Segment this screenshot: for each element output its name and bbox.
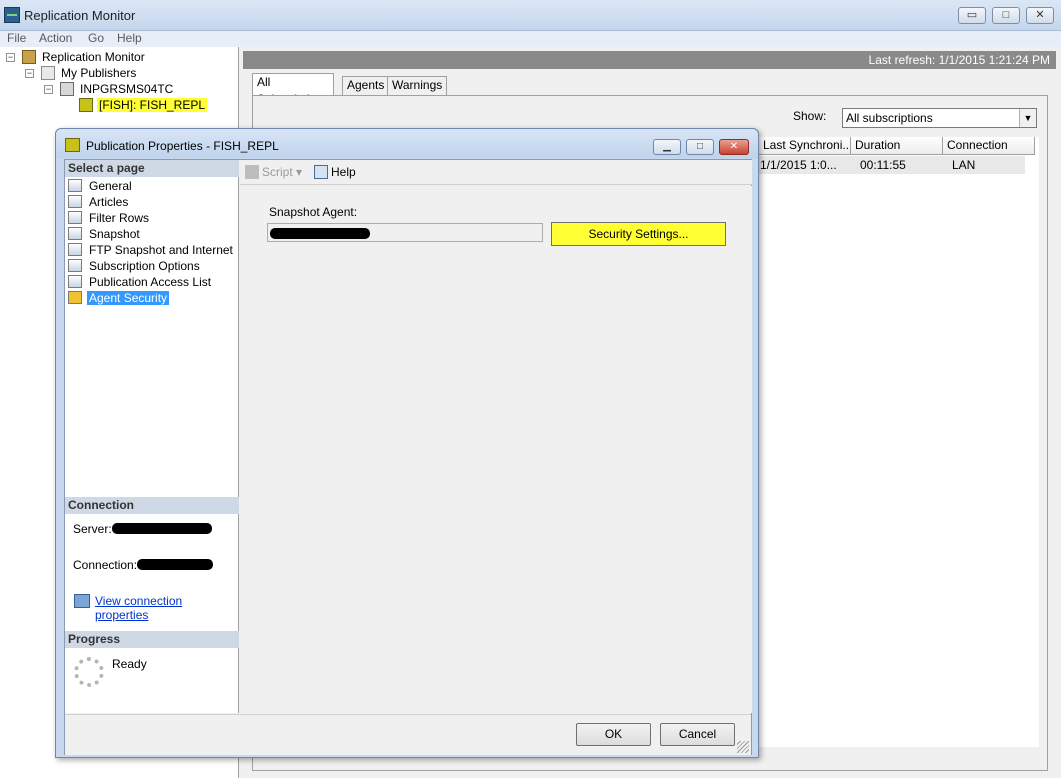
dialog-footer: OK Cancel — [65, 714, 751, 755]
snapshot-agent-label: Snapshot Agent: — [269, 205, 358, 219]
dialog-maximize-button[interactable]: □ — [686, 139, 714, 155]
cell-duration: 00:11:55 — [860, 158, 906, 172]
dialog-toolbar: Script ▾ Help — [240, 160, 752, 185]
redacted-server — [111, 523, 212, 534]
progress-header: Progress — [65, 631, 239, 648]
last-refresh-bar: Last refresh: 1/1/2015 1:21:24 PM — [243, 51, 1056, 69]
publication-properties-dialog: Publication Properties - FISH_REPL ▁ □ ✕… — [55, 128, 759, 758]
page-subscription-options[interactable]: Subscription Options — [68, 258, 202, 274]
connection-header: Connection — [65, 497, 239, 514]
dialog-body: Select a page General Articles Filter Ro… — [64, 159, 752, 755]
page-articles[interactable]: Articles — [68, 194, 130, 210]
column-duration[interactable]: Duration — [851, 137, 943, 155]
collapse-icon[interactable]: − — [44, 85, 53, 94]
connection-line: Connection: — [73, 558, 214, 572]
publication-icon — [79, 98, 93, 112]
tree-publication[interactable]: [FISH]: FISH_REPL — [97, 98, 208, 112]
progress-spinner-icon — [74, 657, 104, 687]
redacted-connection — [137, 559, 214, 570]
tab-warnings[interactable]: Warnings — [387, 76, 448, 95]
page-general[interactable]: General — [68, 178, 134, 194]
page-filter-rows[interactable]: Filter Rows — [68, 210, 151, 226]
show-label: Show: — [793, 109, 827, 123]
page-agent-security[interactable]: Agent Security — [68, 290, 170, 306]
cell-connection: LAN — [952, 158, 976, 172]
dialog-title: Publication Properties - FISH_REPL — [86, 139, 279, 153]
collapse-icon[interactable]: − — [6, 53, 15, 62]
column-connection[interactable]: Connection — [943, 137, 1035, 155]
collapse-icon[interactable]: − — [25, 69, 34, 78]
general-page-icon — [68, 179, 82, 192]
security-settings-button[interactable]: Security Settings... — [551, 222, 726, 246]
snapshot-page-icon — [68, 227, 82, 240]
main-title-bar: Replication Monitor ▭ □ ✕ — [0, 0, 1061, 31]
show-dropdown[interactable]: All subscriptions ▼ — [842, 108, 1037, 128]
ok-button[interactable]: OK — [576, 723, 651, 746]
options-page-icon — [68, 259, 82, 272]
help-button[interactable]: Help — [314, 164, 356, 180]
chevron-down-icon[interactable]: ▼ — [1019, 109, 1036, 127]
agent-security-page: Snapshot Agent: Security Settings... — [240, 186, 752, 713]
page-selector: Select a page General Articles Filter Ro… — [65, 160, 239, 713]
tab-agents[interactable]: Agents — [342, 76, 390, 95]
close-button[interactable]: ✕ — [1026, 7, 1054, 24]
menu-file[interactable]: File — [7, 31, 26, 45]
connection-label: Connection: — [73, 558, 138, 572]
page-snapshot[interactable]: Snapshot — [68, 226, 142, 242]
tree-my-publishers[interactable]: My Publishers — [61, 66, 136, 80]
server-line: Server: — [73, 522, 212, 536]
maximize-button[interactable]: □ — [992, 7, 1020, 24]
tree-server[interactable]: INPGRSMS04TC — [80, 82, 173, 96]
menu-go[interactable]: Go — [88, 31, 104, 45]
select-page-header: Select a page — [65, 160, 239, 177]
users-page-icon — [68, 275, 82, 288]
cell-last-sync: 1/1/2015 1:0... — [760, 158, 837, 172]
replication-monitor-icon — [4, 7, 20, 23]
column-last-sync[interactable]: Last Synchroni... — [759, 137, 851, 155]
help-icon — [314, 165, 328, 179]
window-title: Replication Monitor — [24, 8, 136, 23]
server-icon — [60, 82, 74, 96]
articles-page-icon — [68, 195, 82, 208]
cancel-button[interactable]: Cancel — [660, 723, 735, 746]
show-dropdown-value: All subscriptions — [846, 111, 933, 125]
globe-page-icon — [68, 243, 82, 256]
snapshot-agent-field — [267, 223, 543, 242]
lock-icon — [68, 291, 82, 304]
filter-page-icon — [68, 211, 82, 224]
tab-all-subscriptions[interactable]: All Subscriptions — [252, 73, 335, 106]
replication-monitor-node-icon — [22, 50, 36, 64]
menu-action[interactable]: Action — [39, 31, 72, 45]
minimize-button[interactable]: ▭ — [958, 7, 986, 24]
script-button[interactable]: Script ▾ — [245, 164, 302, 180]
tree-root[interactable]: Replication Monitor — [42, 50, 145, 64]
dialog-minimize-button[interactable]: ▁ — [653, 139, 681, 155]
resize-grip-icon[interactable] — [737, 741, 749, 753]
publishers-folder-icon — [41, 66, 55, 80]
script-icon — [245, 165, 259, 179]
server-label: Server: — [73, 522, 112, 536]
connection-properties-icon[interactable] — [74, 594, 90, 608]
view-connection-properties-link[interactable]: View connection properties — [95, 594, 238, 622]
publication-icon — [65, 138, 80, 152]
menu-help[interactable]: Help — [117, 31, 142, 45]
page-publication-access-list[interactable]: Publication Access List — [68, 274, 213, 290]
dialog-close-button[interactable]: ✕ — [719, 139, 749, 155]
page-ftp-snapshot[interactable]: FTP Snapshot and Internet — [68, 242, 235, 258]
menu-bar: File Action Go Help — [0, 31, 1061, 47]
redacted-agent-account — [270, 228, 370, 239]
progress-status: Ready — [112, 657, 147, 671]
dialog-title-bar: Publication Properties - FISH_REPL ▁ □ ✕ — [56, 129, 758, 158]
